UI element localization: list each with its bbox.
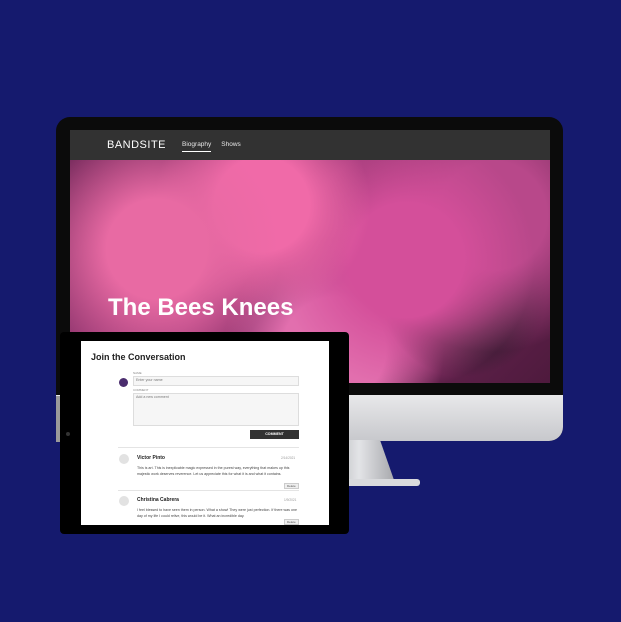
comment-date: 1/9/2021 xyxy=(284,498,297,502)
comment-textarea[interactable]: Add a new comment xyxy=(133,393,299,426)
site-header: BANDSITE Biography Shows xyxy=(70,130,550,160)
divider xyxy=(118,490,299,491)
delete-button[interactable]: Delete xyxy=(284,483,299,489)
nav-shows[interactable]: Shows xyxy=(221,138,241,152)
divider xyxy=(118,447,299,448)
tablet-home-button xyxy=(66,432,70,436)
nav-links: Biography Shows xyxy=(182,138,241,152)
name-input[interactable]: Enter your name xyxy=(133,376,299,386)
comment-text: I feel blessed to have seen them in pers… xyxy=(137,508,297,518)
delete-button[interactable]: Delete xyxy=(284,519,299,525)
comment-label: COMMENT xyxy=(133,388,149,392)
user-avatar xyxy=(119,378,128,387)
comment-date: 2/14/2021 xyxy=(281,456,296,460)
name-label: NAME xyxy=(133,371,142,375)
comment-button[interactable]: COMMENT xyxy=(250,430,299,439)
site-logo[interactable]: BANDSITE xyxy=(107,139,166,151)
conversation-title: Join the Conversation xyxy=(91,352,186,362)
tablet-device: Join the Conversation NAME Enter your na… xyxy=(60,332,349,534)
comment-name: Christina Cabrera xyxy=(137,497,179,503)
comment-text: This is art. This is inexplicable magic … xyxy=(137,466,290,476)
comment-name: Victor Pinto xyxy=(137,455,165,461)
hero-title: The Bees Knees xyxy=(108,294,294,321)
comment-avatar xyxy=(119,454,129,464)
tablet-screen: Join the Conversation NAME Enter your na… xyxy=(81,341,329,525)
nav-biography[interactable]: Biography xyxy=(182,138,212,152)
comment-avatar xyxy=(119,496,129,506)
